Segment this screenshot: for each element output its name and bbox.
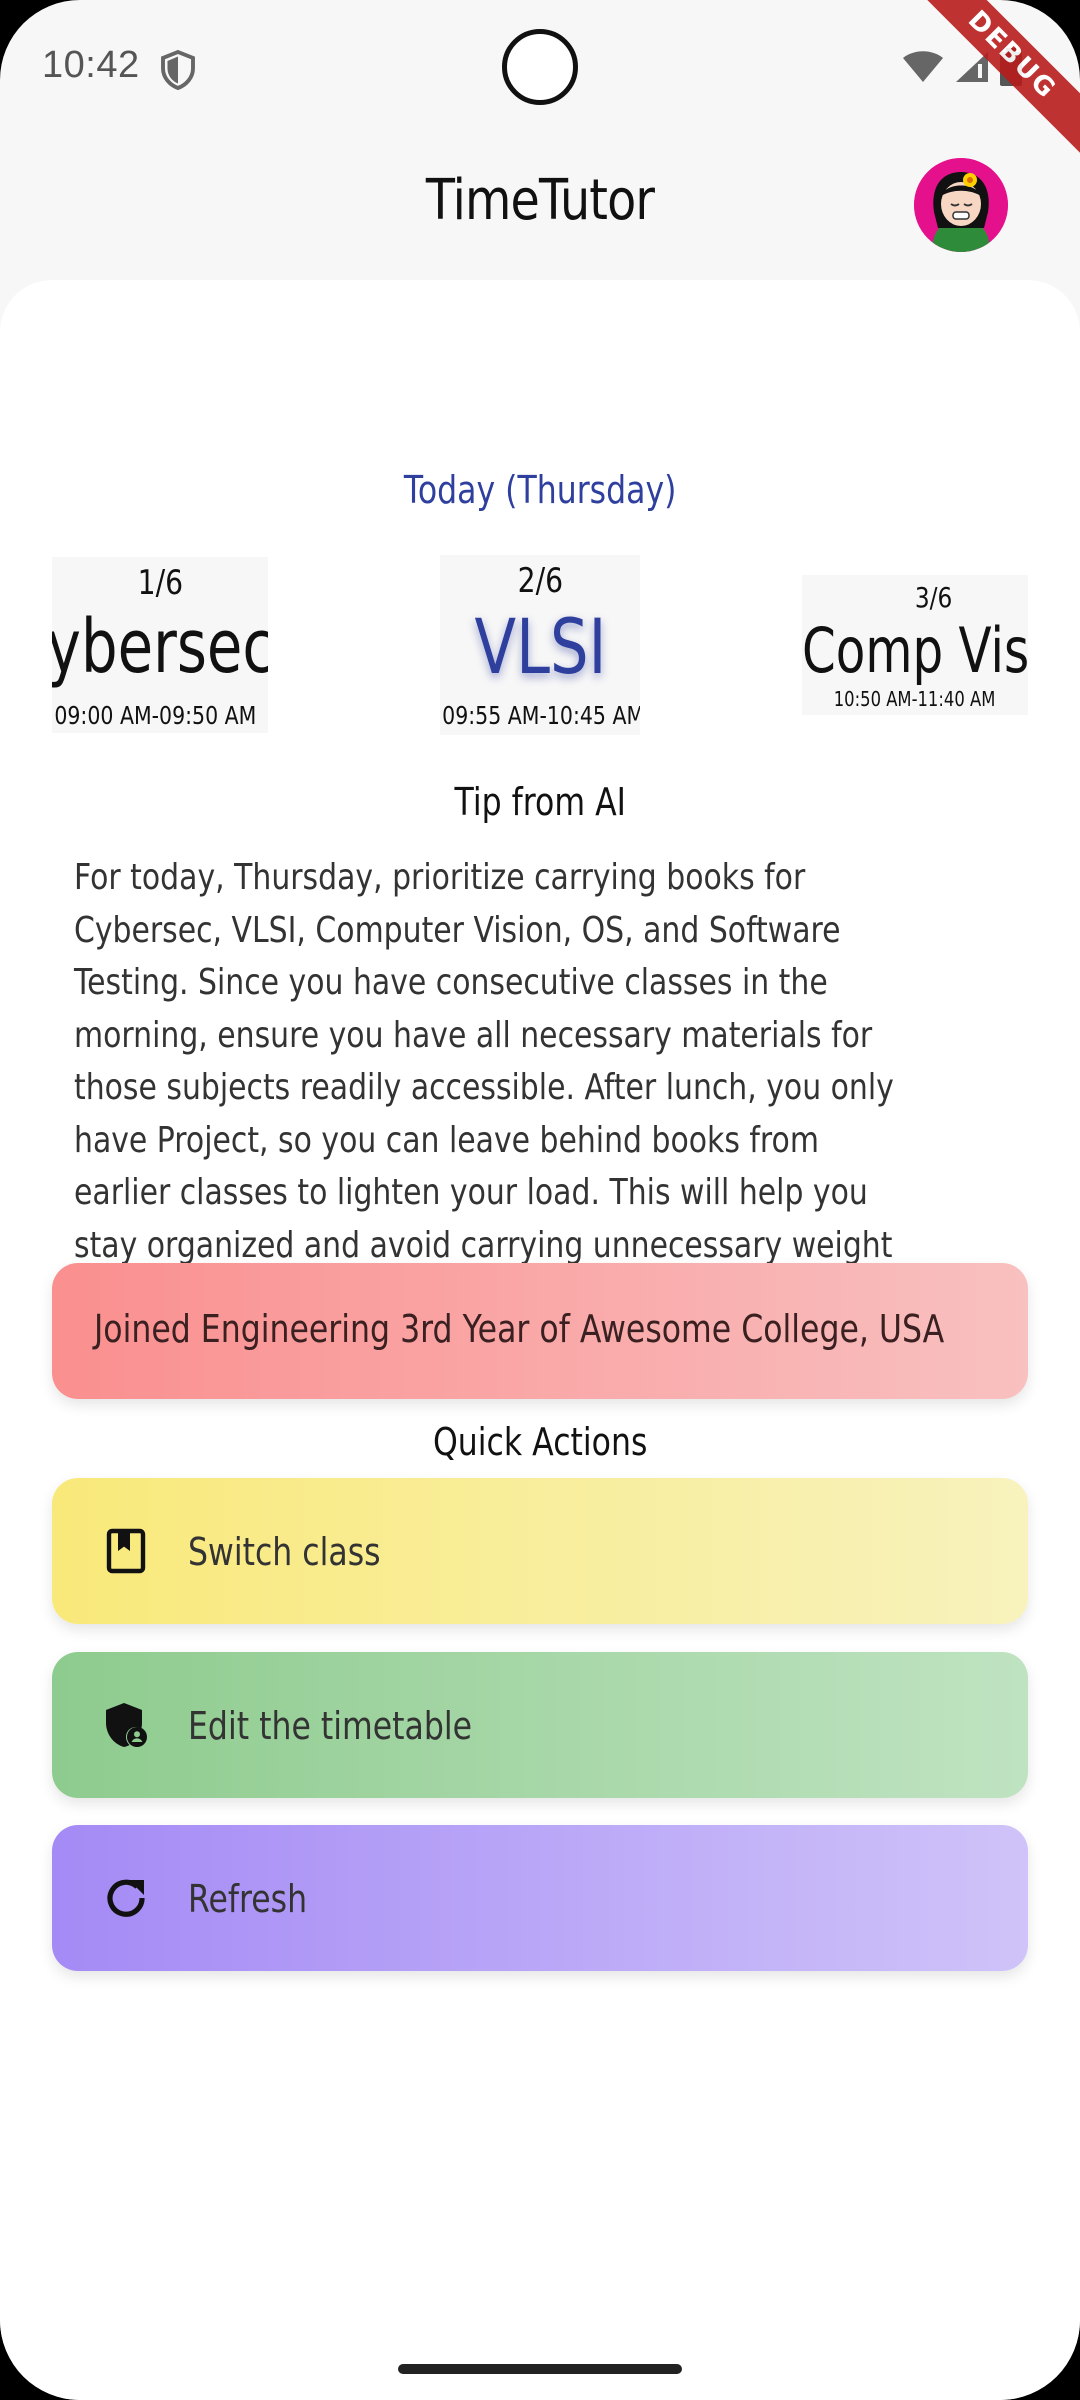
class-index: 1/6 [137,563,183,603]
class-time: 10:50 AM-11:40 AM [834,687,996,711]
app-title: TimeTutor [425,168,655,233]
banner-text: Joined Engineering 3rd Year of Awesome C… [94,1307,945,1351]
quick-actions-title: Quick Actions [432,1420,648,1464]
class-subject: Cybersec [52,604,268,690]
class-index: 3/6 [915,581,953,614]
switch-class-button[interactable]: Switch class [52,1478,1028,1624]
status-bar: 10:42 [0,0,1080,135]
class-card[interactable]: 1/6 Cybersec 09:00 AM-09:50 AM [52,557,268,733]
home-indicator[interactable] [398,2364,682,2374]
tip-text: For today, Thursday, prioritize carrying… [74,857,894,1318]
refresh-icon [107,1879,145,1917]
refresh-label: Refresh [188,1877,308,1921]
tip-title: Tip from AI [454,780,626,824]
edit-timetable-button[interactable]: Edit the timetable [52,1652,1028,1798]
camera-cutout [502,29,578,105]
shield-icon [161,50,195,90]
class-subject: Comp Vision [802,614,1028,687]
phone-screen: 10:42 DEBUG TimeTutor Today (Thursday) 1… [0,0,1080,2400]
class-subject: VLSI [474,602,606,691]
class-index: 2/6 [517,561,563,601]
bookmark-icon [106,1528,146,1574]
admin-shield-icon [106,1703,147,1747]
class-card-current[interactable]: 2/6 VLSI 09:55 AM-10:45 AM [440,555,640,735]
milestone-banner: Joined Engineering 3rd Year of Awesome C… [52,1263,1028,1399]
switch-class-label: Switch class [188,1530,381,1574]
user-avatar-icon [914,158,1008,252]
edit-timetable-label: Edit the timetable [188,1704,473,1748]
today-heading: Today (Thursday) [403,468,677,512]
class-carousel[interactable]: 1/6 Cybersec 09:00 AM-09:50 AM 2/6 VLSI … [52,555,1028,735]
refresh-button[interactable]: Refresh [52,1825,1028,1971]
profile-avatar[interactable] [914,158,1008,252]
class-time: 09:00 AM-09:50 AM [53,701,256,730]
wifi-icon [903,51,943,82]
class-card[interactable]: 3/6 Comp Vision 10:50 AM-11:40 AM [802,575,1028,715]
class-time: 09:55 AM-10:45 AM [442,701,640,730]
status-time: 10:42 [42,44,140,86]
